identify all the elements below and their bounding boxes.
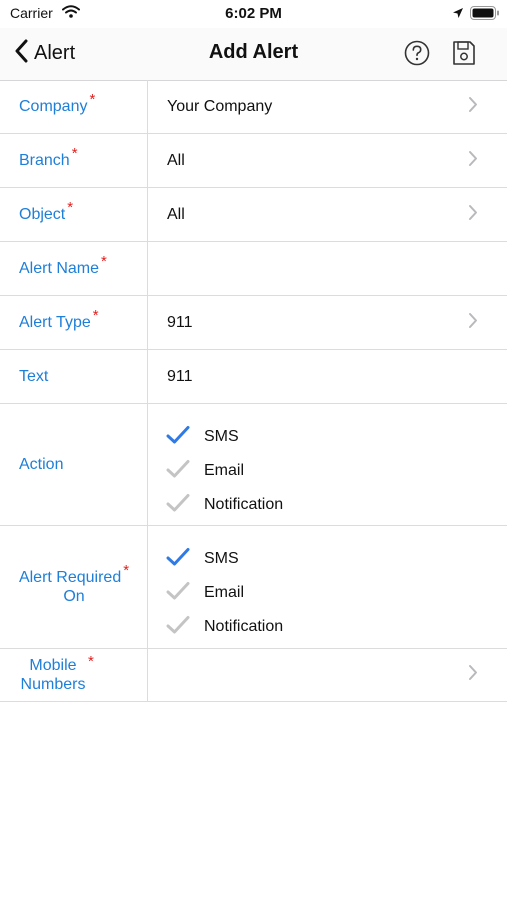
location-arrow-icon — [452, 6, 464, 24]
action-option-email[interactable]: Email — [166, 454, 283, 488]
chevron-right-icon — [468, 204, 478, 225]
checkmark-icon — [166, 493, 190, 518]
required-mark: * — [89, 90, 96, 108]
chevron-right-icon — [468, 96, 478, 117]
alert-type-label: Alert Type * — [19, 306, 99, 331]
chevron-right-icon — [468, 150, 478, 171]
mobile-numbers-row[interactable]: Mobile Numbers * — [0, 649, 507, 702]
branch-label: Branch * — [19, 144, 78, 169]
company-row[interactable]: Company * Your Company — [0, 80, 507, 134]
save-icon — [452, 41, 476, 70]
alert-form: Company * Your Company Branch * All Object… — [0, 80, 507, 702]
action-label: Action — [19, 455, 64, 473]
object-row[interactable]: Object * All — [0, 188, 507, 242]
text-label: Text — [19, 367, 49, 385]
required-mark: * — [88, 653, 94, 670]
action-option-notification[interactable]: Notification — [166, 488, 283, 522]
status-time: 6:02 PM — [225, 5, 282, 22]
text-input[interactable]: 911 — [167, 368, 193, 386]
checkmark-icon — [166, 547, 190, 572]
alert-name-label: Alert Name * — [19, 252, 107, 277]
checkmark-icon — [166, 581, 190, 606]
option-label: SMS — [204, 428, 239, 445]
chevron-right-icon — [468, 665, 478, 686]
save-button[interactable] — [452, 40, 476, 71]
battery-icon — [470, 6, 500, 25]
help-button[interactable] — [404, 40, 430, 71]
alert-required-on-options: SMS Email Notification — [166, 542, 283, 644]
alert-type-row[interactable]: Alert Type * 911 — [0, 296, 507, 350]
option-label: Notification — [204, 618, 284, 635]
company-value: Your Company — [167, 97, 273, 115]
chevron-right-icon — [468, 312, 478, 333]
option-label: Notification — [204, 496, 284, 513]
alert-name-row[interactable]: Alert Name * — [0, 242, 507, 296]
required-on-option-email[interactable]: Email — [166, 576, 283, 610]
required-mark: * — [123, 562, 130, 579]
navigation-bar: Alert Add Alert — [0, 28, 507, 81]
action-options: SMS Email Notification — [166, 420, 283, 522]
option-label: Email — [204, 584, 245, 601]
option-label: Email — [204, 462, 245, 479]
alert-required-on-label: Alert Required * On — [18, 562, 130, 605]
page-title: Add Alert — [208, 41, 299, 63]
required-mark: * — [101, 252, 107, 270]
required-mark: * — [92, 306, 99, 324]
action-option-sms[interactable]: SMS — [166, 420, 283, 454]
checkmark-icon — [166, 459, 190, 484]
required-on-option-notification[interactable]: Notification — [166, 610, 283, 644]
object-value: All — [167, 205, 185, 223]
object-label: Object * — [19, 198, 74, 223]
company-label: Company * — [19, 90, 96, 115]
required-mark: * — [71, 144, 78, 162]
branch-row[interactable]: Branch * All — [0, 134, 507, 188]
alert-type-value: 911 — [167, 313, 193, 331]
text-row[interactable]: Text 911 — [0, 350, 507, 404]
checkmark-icon — [166, 425, 190, 450]
required-mark: * — [67, 198, 74, 216]
action-row: Action SMS Email Notification — [0, 404, 507, 526]
branch-value: All — [167, 151, 185, 169]
checkmark-icon — [166, 615, 190, 640]
required-on-option-sms[interactable]: SMS — [166, 542, 283, 576]
alert-required-on-row: Alert Required * On SMS Email Notificatio… — [0, 526, 507, 649]
option-label: SMS — [204, 550, 239, 567]
status-bar: Carrier 6:02 PM — [0, 0, 507, 28]
help-icon — [404, 40, 430, 70]
